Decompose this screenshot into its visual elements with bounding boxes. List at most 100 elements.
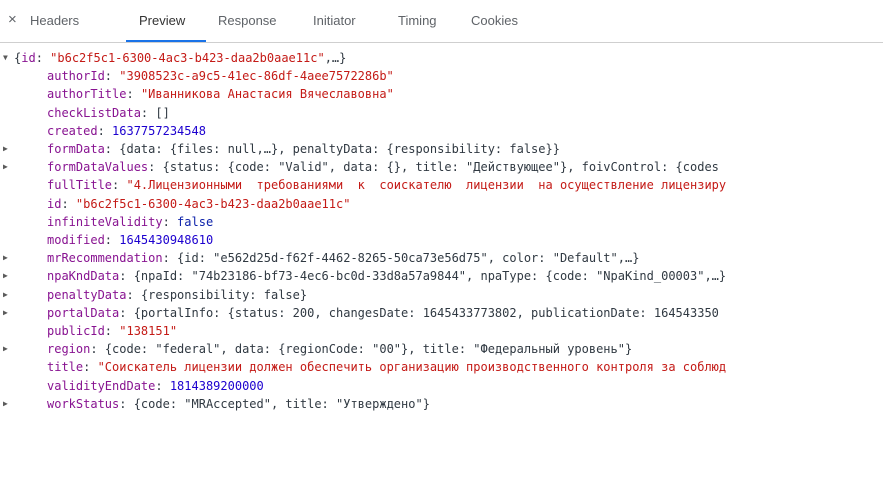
property-colon: : [126, 87, 141, 101]
property-key: formData [47, 142, 105, 156]
property-key: region [47, 342, 91, 356]
triangle-right-icon[interactable]: ▶ [3, 340, 13, 358]
property-colon: : [104, 233, 120, 247]
property-value: [] [155, 106, 170, 120]
property-colon: : [104, 142, 120, 156]
triangle-right-icon[interactable]: ▶ [3, 304, 13, 322]
property-value: {responsibility: false} [140, 288, 308, 302]
property-key: npaKndData [47, 269, 120, 283]
close-icon[interactable]: × [8, 12, 17, 28]
triangle-right-icon[interactable]: ▶ [3, 249, 13, 267]
triangle-right-icon[interactable]: ▶ [3, 395, 13, 413]
json-property-row: id: "b6c2f5c1-6300-4ac3-b423-daa2b0aae11… [0, 195, 883, 213]
property-key: title [47, 360, 84, 374]
property-colon: : [119, 306, 134, 320]
property-key: created [47, 124, 98, 138]
property-key: id [47, 197, 62, 211]
triangle-right-icon[interactable]: ▶ [3, 140, 13, 158]
triangle-right-icon[interactable]: ▶ [3, 267, 13, 285]
property-colon: : [126, 288, 141, 302]
property-colon: : [140, 106, 156, 120]
root-key: id [21, 51, 36, 65]
property-key: workStatus [47, 397, 120, 411]
property-value: {id: "e562d25d-f62f-4462-8265-50ca73e56d… [177, 251, 640, 265]
property-value: {status: {code: "Valid", data: {}, title… [162, 160, 719, 174]
root-value: "b6c2f5c1-6300-4ac3-b423-daa2b0aae11c" [50, 51, 325, 65]
property-colon: : [97, 124, 113, 138]
json-property-row[interactable]: ▶ npaKndData: {npaId: "74b23186-bf73-4ec6… [0, 267, 883, 285]
json-property-row: created: 1637757234548 [0, 122, 883, 140]
property-colon: : [162, 251, 178, 265]
property-key: checkListData [47, 106, 141, 120]
json-property-row: title: "Соискатель лицензии должен обесп… [0, 358, 883, 376]
property-value: {npaId: "74b23186-bf73-4ec6-bc0d-33d8a57… [133, 269, 727, 283]
property-colon: : [119, 269, 134, 283]
json-property-row[interactable]: ▶ formDataValues: {status: {code: "Valid"… [0, 158, 883, 176]
property-key: infiniteValidity [47, 215, 163, 229]
property-key: validityEndDate [47, 379, 156, 393]
property-colon: : [61, 197, 76, 211]
property-key: mrRecommendation [47, 251, 163, 265]
json-property-row[interactable]: ▶ region: {code: "federal", data: {region… [0, 340, 883, 358]
triangle-right-icon[interactable]: ▶ [3, 158, 13, 176]
devtools-tab-bar: × Headers Preview Response Initiator Tim… [0, 0, 883, 43]
property-value: 1814389200000 [169, 379, 264, 393]
tab-response[interactable]: Response [218, 13, 277, 29]
property-colon: : [162, 215, 178, 229]
json-property-row: modified: 1645430948610 [0, 231, 883, 249]
triangle-right-icon[interactable]: ▶ [3, 286, 13, 304]
triangle-down-icon[interactable]: ▼ [3, 49, 13, 67]
json-preview-tree: ▼ {id: "b6c2f5c1-6300-4ac3-b423-daa2b0aa… [0, 49, 883, 484]
property-key: penaltyData [47, 288, 127, 302]
property-colon: : [155, 379, 170, 393]
tab-cookies[interactable]: Cookies [471, 13, 518, 29]
property-colon: : [112, 178, 127, 192]
property-value: {code: "MRAccepted", title: "Утверждено"… [133, 397, 430, 411]
json-property-row: validityEndDate: 1814389200000 [0, 377, 883, 395]
property-value: {data: {files: null,…}, penaltyData: {re… [119, 142, 560, 156]
json-property-row: fullTitle: "4.Лицензионными требованиями… [0, 176, 883, 194]
property-key: modified [47, 233, 105, 247]
property-value: "Соискатель лицензии должен обеспечить о… [97, 360, 727, 374]
property-value: false [177, 215, 214, 229]
property-value: "Иванникова Анастасия Вячеславовна" [140, 87, 394, 101]
json-property-row[interactable]: ▶ penaltyData: {responsibility: false} [0, 286, 883, 304]
property-key: publicId [47, 324, 105, 338]
property-colon: : [83, 360, 98, 374]
json-property-row[interactable]: ▶ portalData: {portalInfo: {status: 200, … [0, 304, 883, 322]
property-colon: : [104, 324, 120, 338]
json-property-row[interactable]: ▶ mrRecommendation: {id: "e562d25d-f62f-4… [0, 249, 883, 267]
json-property-row[interactable]: ▶ formData: {data: {files: null,…}, penal… [0, 140, 883, 158]
property-colon: : [90, 342, 105, 356]
json-root-row[interactable]: ▼ {id: "b6c2f5c1-6300-4ac3-b423-daa2b0aa… [0, 49, 883, 67]
tab-headers[interactable]: Headers [30, 13, 79, 29]
root-colon: : [35, 51, 51, 65]
json-property-row: publicId: "138151" [0, 322, 883, 340]
root-ellipsis: ,…} [324, 51, 347, 65]
property-value: 1637757234548 [112, 124, 206, 138]
property-key: authorTitle [47, 87, 127, 101]
json-property-row: checkListData: [] [0, 104, 883, 122]
property-colon: : [104, 69, 120, 83]
json-property-row: authorTitle: "Иванникова Анастасия Вячес… [0, 85, 883, 103]
property-colon: : [119, 397, 134, 411]
property-value: "4.Лицензионными требованиями к соискате… [126, 178, 727, 192]
property-key: fullTitle [47, 178, 113, 192]
property-value: "3908523c-a9c5-41ec-86df-4aee7572286b" [119, 69, 394, 83]
property-key: portalData [47, 306, 120, 320]
property-value: "b6c2f5c1-6300-4ac3-b423-daa2b0aae11c" [75, 197, 351, 211]
property-value: 1645430948610 [119, 233, 214, 247]
json-property-row: infiniteValidity: false [0, 213, 883, 231]
property-value: {code: "federal", data: {regionCode: "00… [104, 342, 633, 356]
property-value: "138151" [119, 324, 178, 338]
json-property-row[interactable]: ▶ workStatus: {code: "MRAccepted", title:… [0, 395, 883, 413]
tab-preview[interactable]: Preview [139, 13, 185, 29]
property-key: authorId [47, 69, 105, 83]
property-colon: : [148, 160, 163, 174]
json-property-row: authorId: "3908523c-a9c5-41ec-86df-4aee7… [0, 67, 883, 85]
tab-timing[interactable]: Timing [398, 13, 437, 29]
property-value: {portalInfo: {status: 200, changesDate: … [133, 306, 719, 320]
tab-initiator[interactable]: Initiator [313, 13, 356, 29]
property-key: formDataValues [47, 160, 149, 174]
active-tab-indicator [126, 40, 206, 42]
